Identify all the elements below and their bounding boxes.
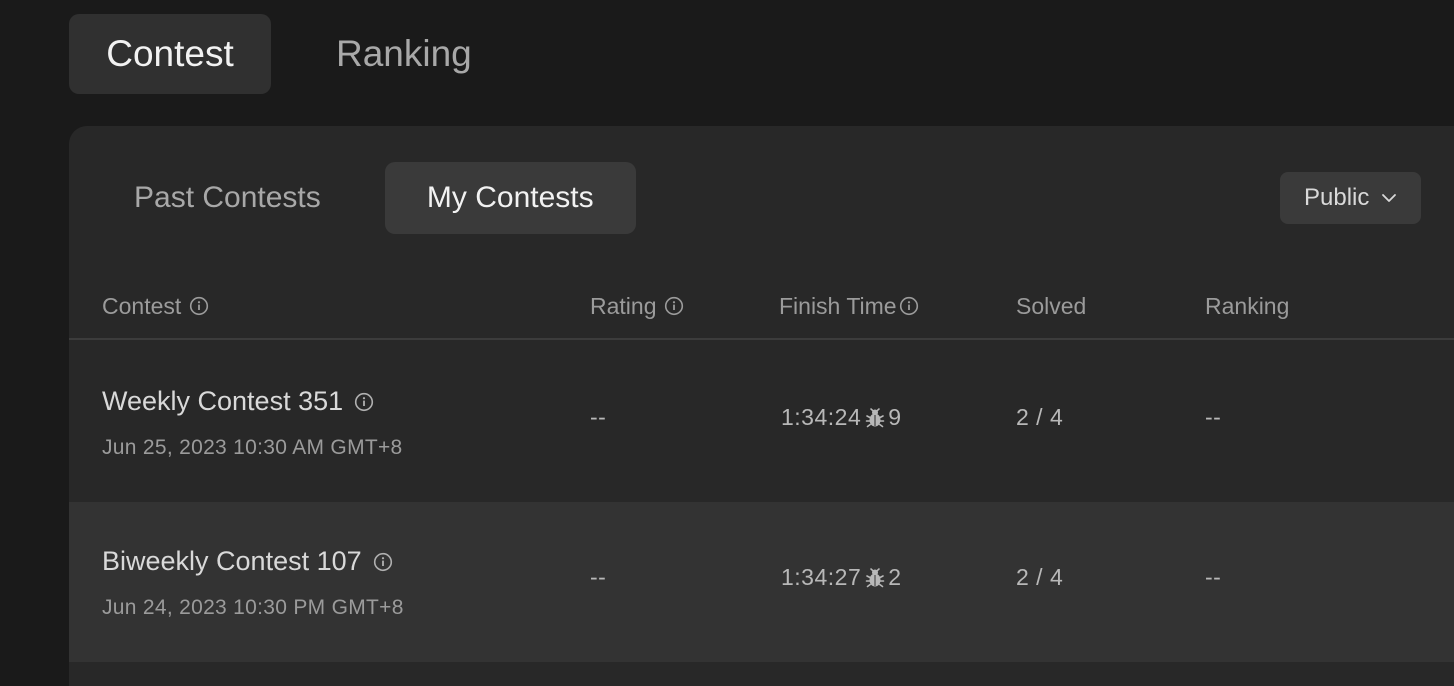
contest-date: Jun 24, 2023 10:30 PM GMT+8 (102, 596, 404, 619)
left-gutter (0, 0, 68, 676)
table-row[interactable]: Weekly Contest 351 Jun 25, 2023 10:30 AM… (69, 342, 1454, 502)
visibility-dropdown[interactable]: Public (1280, 172, 1421, 224)
bug-count: 9 (888, 404, 902, 430)
header-rating-label: Rating (590, 292, 657, 319)
contest-name-text: Biweekly Contest 107 (102, 546, 362, 576)
contest-date: Jun 25, 2023 10:30 AM GMT+8 (102, 436, 403, 459)
chevron-down-icon (1379, 188, 1399, 208)
contest-panel: Past Contests My Contests Public Contest… (69, 126, 1454, 686)
top-tab-bar: Contest Ranking (69, 14, 472, 94)
tab-past-contests[interactable]: Past Contests (134, 162, 321, 234)
header-finish-time-label: Finish Time (779, 292, 897, 319)
sub-tab-bar: Past Contests My Contests (69, 162, 636, 234)
tab-ranking[interactable]: Ranking (336, 14, 472, 94)
finish-time-value: 1:34:27 (781, 564, 862, 590)
ranking-value: -- (1205, 404, 1222, 430)
info-icon[interactable] (189, 296, 209, 316)
solved-value: 2 / 4 (1016, 404, 1064, 430)
visibility-selected-value: Public (1304, 184, 1370, 211)
header-rating: Rating (590, 276, 684, 336)
bug-icon (865, 567, 885, 589)
header-solved: Solved (1016, 276, 1086, 336)
finish-time-cell: 1:34:24 9 (781, 404, 902, 431)
header-contest-label: Contest (102, 292, 182, 319)
header-contest: Contest (102, 276, 209, 336)
header-solved-label: Solved (1016, 292, 1087, 319)
rating-value: -- (590, 564, 607, 590)
contest-name[interactable]: Biweekly Contest 107 (102, 546, 393, 577)
tab-my-contests[interactable]: My Contests (384, 162, 636, 234)
header-finish-time: Finish Time (779, 276, 919, 336)
contest-name[interactable]: Weekly Contest 351 (102, 386, 374, 417)
header-ranking: Ranking (1205, 276, 1289, 336)
finish-time-value: 1:34:24 (781, 404, 862, 430)
info-icon[interactable] (373, 552, 393, 572)
contest-name-text: Weekly Contest 351 (102, 386, 344, 416)
table-row[interactable]: Biweekly Contest 107 Jun 24, 2023 10:30 … (69, 502, 1454, 662)
info-icon[interactable] (354, 392, 374, 412)
ranking-value: -- (1205, 564, 1222, 590)
bug-count: 2 (888, 564, 902, 590)
info-icon[interactable] (664, 296, 684, 316)
rating-value: -- (590, 404, 607, 430)
solved-value: 2 / 4 (1016, 564, 1064, 590)
bug-icon (865, 407, 885, 429)
tab-contest[interactable]: Contest (69, 14, 271, 94)
table-header: Contest Rating Finish Time Solved Rankin… (69, 276, 1454, 340)
info-icon[interactable] (899, 296, 919, 316)
finish-time-cell: 1:34:27 2 (781, 564, 902, 591)
header-ranking-label: Ranking (1205, 292, 1290, 319)
